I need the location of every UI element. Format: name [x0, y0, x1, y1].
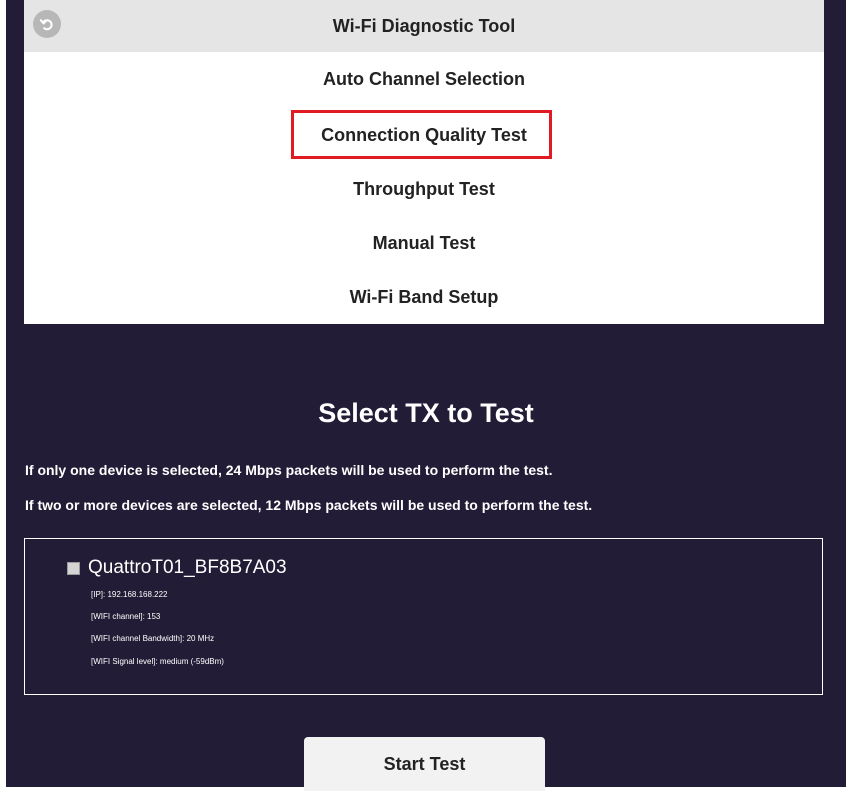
- device-list: QuattroT01_BF8B7A03 [IP]: 192.168.168.22…: [24, 538, 823, 695]
- menu-item-wifi-band-setup[interactable]: Wi-Fi Band Setup: [24, 270, 824, 324]
- menu-header: Wi-Fi Diagnostic Tool: [24, 0, 824, 52]
- device-wifi-channel: [WIFI channel]: 153: [91, 612, 161, 621]
- device-signal-level: [WIFI Signal level]: medium (-59dBm): [91, 657, 224, 666]
- back-button[interactable]: [33, 10, 61, 38]
- menu-item-auto-channel-selection[interactable]: Auto Channel Selection: [24, 52, 824, 106]
- device-channel-bandwidth: [WIFI channel Bandwidth]: 20 MHz: [91, 634, 215, 643]
- device-checkbox[interactable]: [67, 561, 80, 575]
- back-arrow-icon: [39, 19, 53, 31]
- device-name: QuattroT01_BF8B7A03: [88, 557, 287, 578]
- menu-item-manual-test[interactable]: Manual Test: [24, 216, 824, 270]
- section-title: Select TX to Test: [318, 398, 534, 428]
- menu-item-connection-quality-test[interactable]: Connection Quality Test: [24, 108, 824, 162]
- app-window: Wi-Fi Diagnostic Tool Auto Channel Selec…: [6, 0, 846, 791]
- info-text-multiple-devices: If two or more devices are selected, 12 …: [25, 497, 593, 513]
- info-text-single-device: If only one device is selected, 24 Mbps …: [25, 462, 553, 478]
- diagnostic-menu: Wi-Fi Diagnostic Tool Auto Channel Selec…: [24, 0, 824, 324]
- menu-item-throughput-test[interactable]: Throughput Test: [24, 162, 824, 216]
- device-row: QuattroT01_BF8B7A03: [67, 557, 287, 579]
- start-test-button[interactable]: Start Test: [304, 737, 545, 791]
- menu-title: Wi-Fi Diagnostic Tool: [332, 16, 516, 36]
- device-ip: [IP]: 192.168.168.222: [91, 590, 168, 599]
